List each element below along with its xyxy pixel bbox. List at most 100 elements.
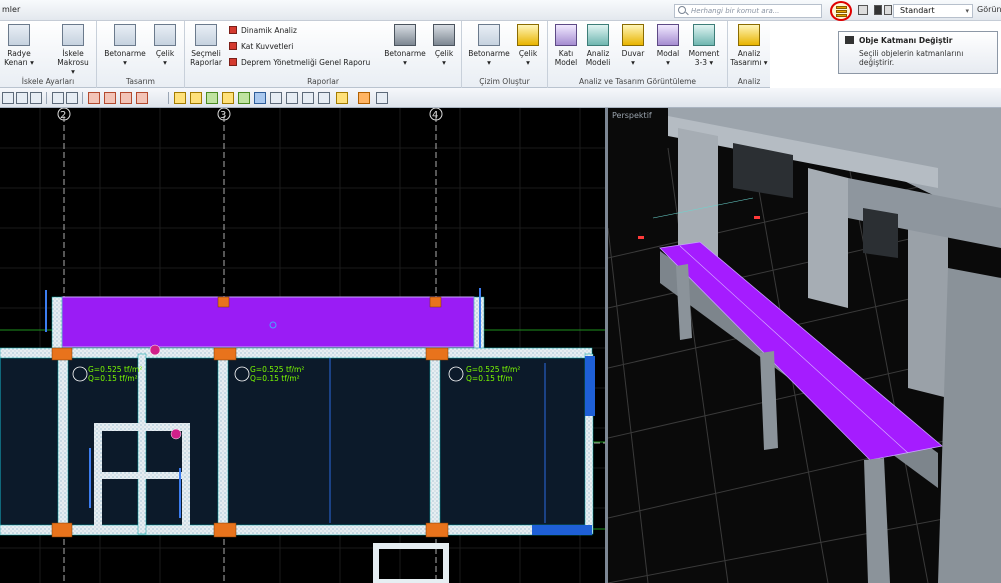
ribbon-group-label: İskele Ayarları bbox=[21, 77, 75, 86]
plan-drawing: 2 3 4 G=0.525 tf/m² Q=0.15 tf/m² G=0.525… bbox=[0, 108, 605, 583]
moment-button[interactable]: Moment 3-3 ▾ bbox=[686, 24, 722, 67]
report-doc-icon bbox=[229, 42, 237, 50]
wall-button[interactable]: Duvar ▾ bbox=[620, 24, 646, 67]
drawing-toolbar bbox=[0, 88, 1001, 108]
view-menu-label[interactable]: Görün bbox=[977, 5, 1001, 14]
kat-kuvvetleri-link[interactable]: Kat Kuvvetleri bbox=[229, 42, 293, 51]
ribbon-group-label: Çizim Oluştur bbox=[479, 77, 530, 86]
checkbox-icon[interactable] bbox=[874, 5, 882, 15]
perspective-label: Perspektif bbox=[612, 111, 652, 120]
radye-kenari-button[interactable]: Radye Kenarı ▾ bbox=[3, 24, 35, 67]
dimension-tool-icon[interactable] bbox=[270, 92, 282, 104]
steel-design-icon bbox=[154, 24, 176, 46]
pen-tool-icon[interactable] bbox=[336, 92, 348, 104]
ribbon-group-raporlar: Seçmeli Raporlar Dinamik Analiz Kat Kuvv… bbox=[185, 21, 462, 88]
concrete-report-icon bbox=[394, 24, 416, 46]
load-q-1: Q=0.15 tf/m² bbox=[88, 374, 138, 383]
node-tool-icon[interactable] bbox=[174, 92, 186, 104]
command-search-input[interactable]: Herhangi bir komut ara... bbox=[674, 4, 822, 18]
view-style-value: Standart bbox=[900, 6, 935, 15]
title-bar: mler Herhangi bir komut ara... Standart … bbox=[0, 0, 1001, 21]
ribbon-group-iskele: Radye Kenarı ▾ İskele Makrosu ▾ İskele A… bbox=[0, 21, 97, 88]
layers-icon bbox=[836, 6, 847, 17]
support-tool-icon[interactable] bbox=[222, 92, 234, 104]
deprem-raporu-link[interactable]: Deprem Yönetmeliği Genel Raporu bbox=[229, 58, 370, 67]
layer-list-icon[interactable] bbox=[858, 5, 868, 15]
selected-slab[interactable] bbox=[61, 296, 475, 348]
solid-model-icon bbox=[555, 24, 577, 46]
beam-tool-icon[interactable] bbox=[88, 92, 100, 104]
ribbon-group-label: Raporlar bbox=[307, 77, 339, 86]
iskele-makrosu-button[interactable]: İskele Makrosu ▾ bbox=[55, 24, 91, 76]
secmeli-raporlar-button[interactable]: Seçmeli Raporlar bbox=[189, 24, 223, 67]
mountain-tool-icon[interactable] bbox=[206, 92, 218, 104]
load-q-3: Q=0.15 tf/m bbox=[466, 374, 513, 383]
axis-label-3: 3 bbox=[220, 110, 226, 121]
report-doc-icon bbox=[229, 26, 237, 34]
change-object-layer-button[interactable] bbox=[830, 1, 852, 21]
chart-tool-icon[interactable] bbox=[302, 92, 314, 104]
axis-tool-icon[interactable] bbox=[254, 92, 266, 104]
modal-icon bbox=[657, 24, 679, 46]
raft-edge-icon bbox=[8, 24, 30, 46]
concrete-design-icon bbox=[114, 24, 136, 46]
axis-label-4: 4 bbox=[432, 110, 438, 121]
slope-tool-icon[interactable] bbox=[318, 92, 330, 104]
perspective-view[interactable] bbox=[608, 108, 1001, 583]
modal-button[interactable]: Modal ▾ bbox=[654, 24, 682, 67]
report-doc-icon bbox=[229, 58, 237, 66]
measure-tool-icon[interactable] bbox=[66, 92, 78, 104]
report-steel-button[interactable]: Çelik ▾ bbox=[430, 24, 458, 67]
highlight-tool-icon[interactable] bbox=[358, 92, 370, 104]
solid-model-button[interactable]: Katı Model bbox=[551, 24, 581, 67]
angle-tool-icon[interactable] bbox=[286, 92, 298, 104]
ribbon-group-goruntuleme: Katı Model Analiz Modeli Duvar ▾ Modal ▾ M… bbox=[548, 21, 728, 88]
snap-tool-icon[interactable] bbox=[52, 92, 64, 104]
ribbon-group-tasarim: Betonarme ▾ Çelik ▾ Tasarım bbox=[97, 21, 185, 88]
design-steel-button[interactable]: Çelik ▾ bbox=[151, 24, 179, 67]
scaffold-icon bbox=[62, 24, 84, 46]
load-g-3: G=0.525 tf/m² bbox=[466, 365, 520, 374]
ribbon: Radye Kenarı ▾ İskele Makrosu ▾ İskele A… bbox=[0, 21, 770, 88]
plan-view[interactable]: 2 3 4 G=0.525 tf/m² Q=0.15 tf/m² G=0.525… bbox=[0, 108, 605, 583]
wall-tool-icon[interactable] bbox=[120, 92, 132, 104]
select-tool-icon[interactable] bbox=[2, 92, 14, 104]
lightning-icon bbox=[738, 24, 760, 46]
column-tool-icon[interactable] bbox=[104, 92, 116, 104]
dinamik-analiz-link[interactable]: Dinamik Analiz bbox=[229, 26, 297, 35]
slab-tool-icon[interactable] bbox=[136, 92, 148, 104]
analysis-model-icon bbox=[587, 24, 609, 46]
layer-tooltip: Obje Katmanı Değiştir Seçili objelerin k… bbox=[838, 31, 998, 74]
load-g-1: G=0.525 tf/m² bbox=[88, 365, 142, 374]
window-split-icon[interactable] bbox=[30, 92, 42, 104]
search-icon bbox=[678, 6, 686, 14]
window-title: mler bbox=[2, 5, 21, 14]
draw-steel-button[interactable]: Çelik ▾ bbox=[514, 24, 542, 67]
window-tool-icon[interactable] bbox=[16, 92, 28, 104]
view-style-select[interactable]: Standart ▾ bbox=[893, 4, 973, 18]
ribbon-group-cizim: Betonarme ▾ Çelik ▾ Çizim Oluştur bbox=[462, 21, 548, 88]
ribbon-group-label: Analiz bbox=[737, 77, 761, 86]
report-concrete-button[interactable]: Betonarme ▾ bbox=[383, 24, 427, 67]
chevron-down-icon: ▾ bbox=[965, 7, 969, 15]
analysis-model-button[interactable]: Analiz Modeli bbox=[583, 24, 613, 67]
report-icon bbox=[195, 24, 217, 46]
ribbon-group-label: Analiz ve Tasarım Görüntüleme bbox=[578, 77, 696, 86]
grid-tool-icon[interactable] bbox=[376, 92, 388, 104]
search-placeholder: Herhangi bir komut ara... bbox=[691, 7, 780, 15]
perspective-drawing bbox=[608, 108, 1001, 583]
window-restore-icon[interactable] bbox=[884, 5, 892, 15]
drawing-concrete-icon bbox=[478, 24, 500, 46]
load-tool-icon[interactable] bbox=[190, 92, 202, 104]
steel-report-icon bbox=[433, 24, 455, 46]
tooltip-body: Seçili objelerin katmanlarını değiştirir… bbox=[859, 49, 964, 67]
ribbon-group-label: Tasarım bbox=[126, 77, 155, 86]
level-tool-icon[interactable] bbox=[238, 92, 250, 104]
ribbon-group-analiz: Analiz Tasarımı ▾ Analiz bbox=[728, 21, 770, 88]
load-g-2: G=0.525 tf/m² bbox=[250, 365, 304, 374]
analysis-design-button[interactable]: Analiz Tasarımı ▾ bbox=[730, 24, 768, 67]
tooltip-title: Obje Katmanı Değiştir bbox=[845, 36, 991, 45]
draw-concrete-button[interactable]: Betonarme ▾ bbox=[466, 24, 512, 67]
design-concrete-button[interactable]: Betonarme ▾ bbox=[103, 24, 147, 67]
wall-icon bbox=[622, 24, 644, 46]
